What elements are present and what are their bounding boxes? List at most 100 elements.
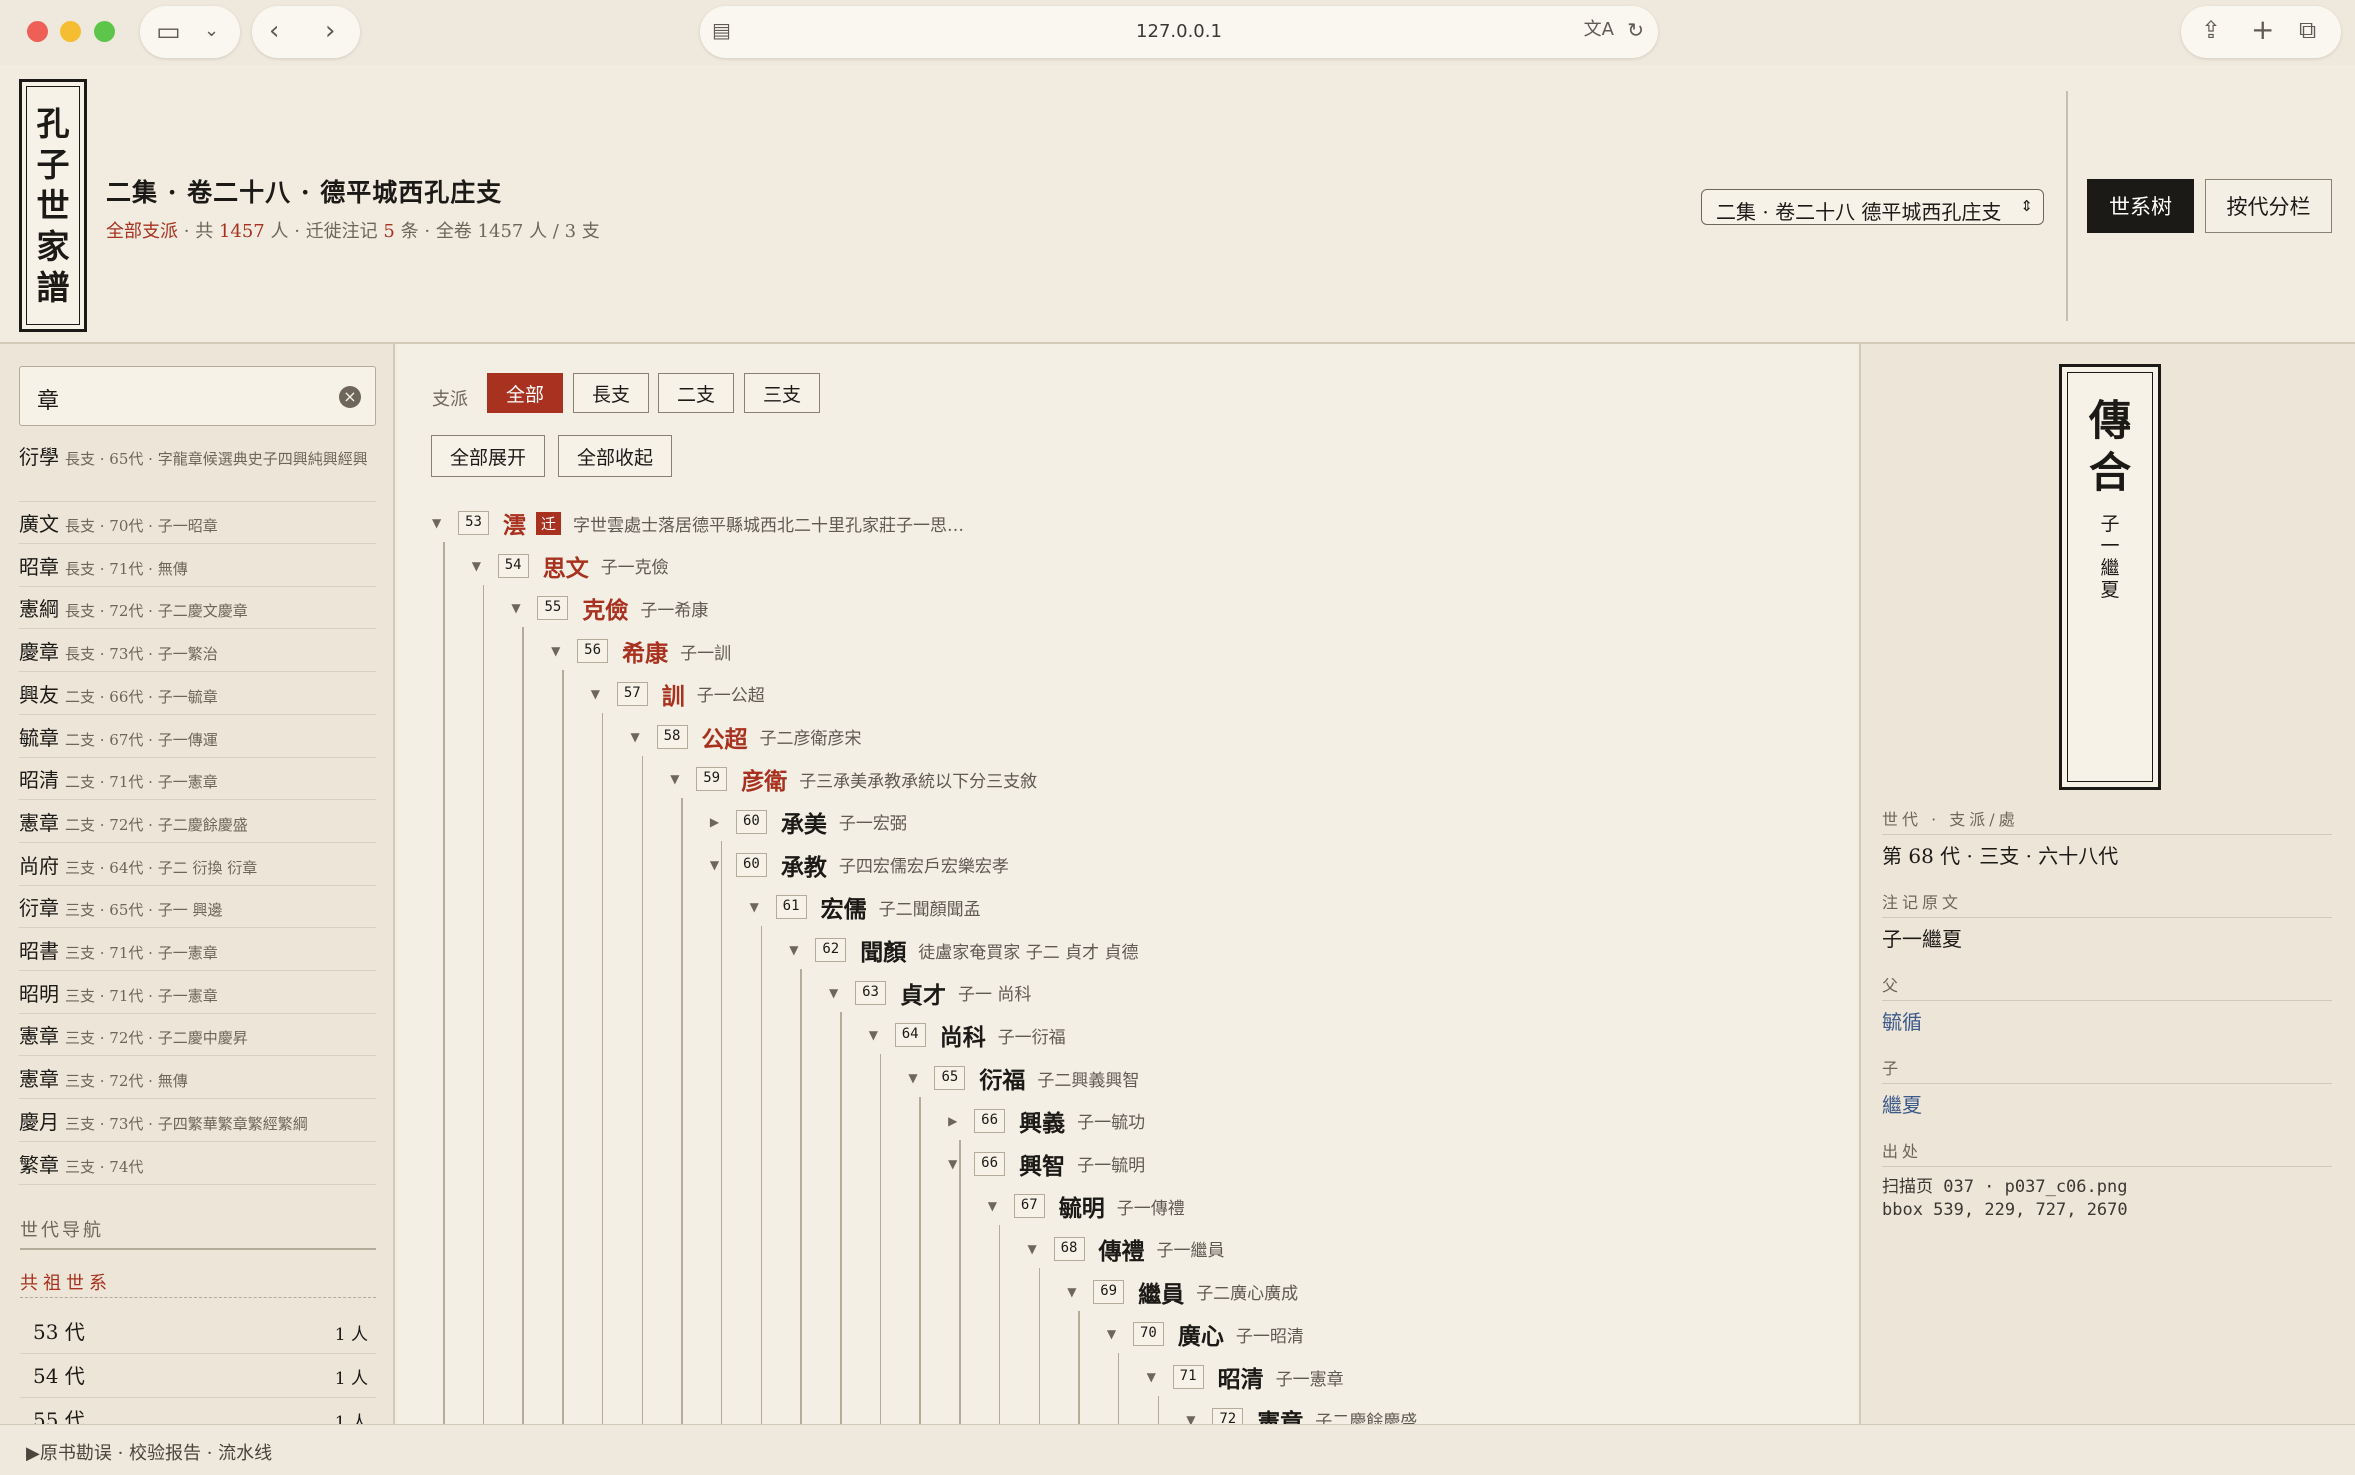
person-name[interactable]: 訓 (662, 677, 685, 711)
expanded-caret-icon[interactable]: ▼ (511, 601, 535, 615)
tree-node[interactable]: ▼ 57 訓子一公超 (591, 677, 765, 711)
clear-search-icon[interactable]: × (339, 386, 361, 408)
expanded-caret-icon[interactable]: ▼ (829, 986, 853, 1000)
tree-node[interactable]: ▼ 56 希康 子一訓 (551, 634, 731, 668)
person-name[interactable]: 興義 (1019, 1104, 1065, 1138)
forward-button[interactable]: › (325, 18, 335, 44)
tree-node[interactable]: ▼ 62 聞顏 徒盧家奄買家 子二 貞才 貞德 (789, 933, 1139, 967)
tabs-overview-icon[interactable]: ⧉ (2299, 18, 2316, 42)
tree-node[interactable]: ▶ 60 承美 子一宏弼 (710, 805, 907, 839)
tree-node[interactable]: ▶ 66 興義 子一毓功 (948, 1104, 1145, 1138)
tree-node[interactable]: ▼ 61 宏儒 子二聞顏聞孟 (750, 890, 981, 924)
expanded-caret-icon[interactable]: ▼ (432, 516, 456, 530)
person-name[interactable]: 克儉 (582, 591, 628, 625)
minimize-window-button[interactable] (60, 21, 81, 42)
expanded-caret-icon[interactable]: ▼ (988, 1199, 1012, 1213)
expanded-caret-icon[interactable]: ▼ (1067, 1285, 1091, 1299)
reload-icon[interactable]: ↻ (1627, 20, 1644, 40)
branch-third-button[interactable]: 三支 (744, 373, 820, 413)
footer-links[interactable]: ▶原书勘误 · 校验报告 · 流水线 (26, 1439, 272, 1465)
sidebar-toggle-button[interactable]: ▭ ⌄ (140, 6, 240, 58)
expanded-caret-icon[interactable]: ▼ (551, 644, 575, 658)
tree-node[interactable]: ▼ 64 尚科 子一衍福 (869, 1018, 1066, 1052)
expanded-caret-icon[interactable]: ▼ (591, 687, 615, 701)
person-name[interactable]: 廣心 (1178, 1317, 1224, 1351)
address-bar[interactable]: ▤ 127.0.0.1 文A ↻ (700, 6, 1658, 58)
person-name[interactable]: 希康 (622, 634, 668, 668)
search-result-item[interactable]: 昭書 三支 · 71代 · 子一憲章 (19, 929, 376, 971)
search-result-item[interactable]: 憲章 二支 · 72代 · 子二慶餘慶盛 (19, 801, 376, 843)
person-name[interactable]: 繼員 (1138, 1275, 1184, 1309)
tree-node[interactable]: ▼ 65 衍福 子二興義興智 (908, 1061, 1139, 1095)
son-link[interactable]: 繼夏 (1882, 1089, 1922, 1118)
search-result-item[interactable]: 昭清 二支 · 71代 · 子一憲章 (19, 758, 376, 801)
translate-icon[interactable]: 文A (1584, 21, 1614, 39)
search-result-item[interactable]: 憲章 三支 · 72代 · 子二慶中慶昇 (19, 1014, 376, 1057)
expanded-caret-icon[interactable]: ▼ (1147, 1370, 1171, 1384)
close-window-button[interactable] (27, 21, 48, 42)
share-icon[interactable]: ⇪ (2201, 18, 2221, 42)
search-result-item[interactable]: 毓章 二支 · 67代 · 子一傳運 (19, 716, 376, 758)
tree-node[interactable]: ▼ 68 傳禮 子一繼員 (1028, 1232, 1225, 1266)
person-name[interactable]: 承美 (781, 805, 827, 839)
person-name[interactable]: 貞才 (900, 976, 946, 1010)
search-result-item[interactable]: 昭明 三支 · 71代 · 子一憲章 (19, 972, 376, 1014)
tree-node[interactable]: ▼ 58 公超 子二彦衛彦宋 (631, 720, 862, 754)
branch-second-button[interactable]: 二支 (658, 373, 734, 413)
person-name[interactable]: 毓明 (1059, 1189, 1105, 1223)
branch-all-button[interactable]: 全部 (487, 373, 563, 413)
person-name[interactable]: 衍福 (979, 1061, 1025, 1095)
tree-node[interactable]: ▼ 54 思文 子一克儉 (472, 549, 669, 583)
tree-node[interactable]: ▼ 63 貞才 子一 尚科 (829, 976, 1031, 1010)
expanded-caret-icon[interactable]: ▼ (948, 1157, 972, 1171)
search-result-item[interactable]: 慶月 三支 · 73代 · 子四繁華繁章繁經繁綱 (19, 1100, 376, 1142)
tree-node[interactable]: ▼ 66 興智 子一毓明 (948, 1147, 1145, 1181)
tree-node[interactable]: ▼ 55 克儉 子一希康 (511, 591, 708, 625)
person-name[interactable]: 尚科 (940, 1018, 986, 1052)
collapsed-caret-icon[interactable]: ▶ (948, 1114, 972, 1128)
collapsed-caret-icon[interactable]: ▶ (710, 815, 734, 829)
new-tab-icon[interactable]: + (2251, 16, 2274, 44)
expanded-caret-icon[interactable]: ▼ (908, 1071, 932, 1085)
person-name[interactable]: 承教 (781, 848, 827, 882)
view-generation-button[interactable]: 按代分栏 (2205, 179, 2332, 233)
search-result-item[interactable]: 繁章 三支 · 74代 (19, 1143, 376, 1185)
expanded-caret-icon[interactable]: ▼ (789, 943, 813, 957)
expanded-caret-icon[interactable]: ▼ (1028, 1242, 1052, 1256)
person-name[interactable]: 興智 (1019, 1147, 1065, 1181)
expanded-caret-icon[interactable]: ▼ (869, 1028, 893, 1042)
branch-elder-button[interactable]: 長支 (573, 373, 649, 413)
tree-node[interactable]: ▼ 67 毓明 子一傳禮 (988, 1189, 1185, 1223)
search-result-item[interactable]: 憲綱 長支 · 72代 · 子二慶文慶章 (19, 587, 376, 630)
expanded-caret-icon[interactable]: ▼ (710, 858, 734, 872)
person-name[interactable]: 宏儒 (821, 890, 867, 924)
tree-node[interactable]: ▼ 71 昭清 子一憲章 (1147, 1360, 1344, 1394)
expand-all-button[interactable]: 全部展开 (431, 435, 545, 477)
expanded-caret-icon[interactable]: ▼ (472, 559, 496, 573)
search-result-item[interactable]: 廣文 長支 · 70代 · 子一昭章 (19, 502, 376, 544)
expanded-caret-icon[interactable]: ▼ (1107, 1327, 1131, 1341)
collapse-all-button[interactable]: 全部收起 (558, 435, 672, 477)
view-tree-button[interactable]: 世系树 (2087, 179, 2194, 233)
person-name[interactable]: 彦衛 (741, 762, 787, 796)
search-result-item[interactable]: 憲章 三支 · 72代 · 無傳 (19, 1057, 376, 1100)
search-result-item[interactable]: 衍學 長支 · 65代 · 字龍章候選典史子四興純興經興 (19, 440, 376, 502)
expanded-caret-icon[interactable]: ▼ (631, 730, 655, 744)
expanded-caret-icon[interactable]: ▼ (670, 772, 694, 786)
tree-node[interactable]: ▼ 70 廣心 子一昭清 (1107, 1317, 1304, 1351)
search-input[interactable]: 章 × (19, 366, 376, 426)
search-result-item[interactable]: 慶章 長支 · 73代 · 子一繁治 (19, 630, 376, 673)
person-name[interactable]: 公超 (702, 720, 748, 754)
expanded-caret-icon[interactable]: ▼ (750, 900, 774, 914)
person-name[interactable]: 聞顏 (860, 933, 906, 967)
back-button[interactable]: ‹ (269, 18, 279, 44)
tree-node[interactable]: ▼ 60 承教 子四宏儒宏戶宏樂宏孝 (710, 848, 1009, 882)
person-name[interactable]: 思文 (543, 549, 589, 583)
maximize-window-button[interactable] (94, 21, 115, 42)
person-name[interactable]: 澐 (503, 506, 526, 540)
father-link[interactable]: 毓循 (1882, 1006, 1922, 1035)
tree-node[interactable]: ▼ 59 彦衛 子三承美承教承統以下分三支敘 (670, 762, 1037, 796)
search-result-item[interactable]: 衍章 三支 · 65代 · 子一 興邊 (19, 886, 376, 929)
tree-node[interactable]: ▼ 53 澐迁字世雲處士落居德平縣城西北二十里孔家莊子一思… (432, 506, 964, 540)
person-name[interactable]: 傳禮 (1099, 1232, 1145, 1266)
